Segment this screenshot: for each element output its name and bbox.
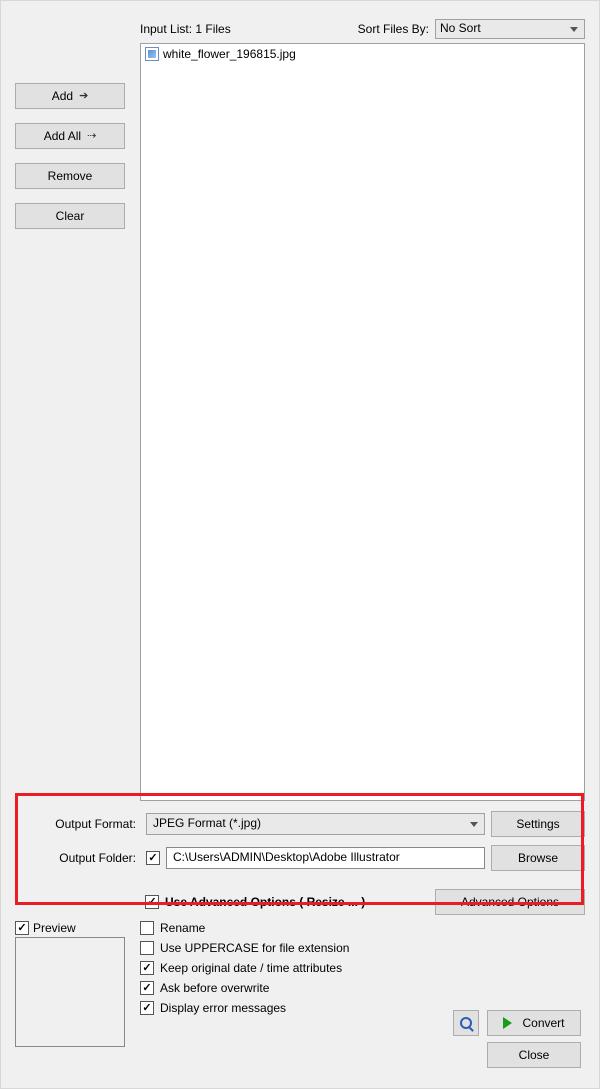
options-column: Rename Use UPPERCASE for file extension …: [140, 921, 585, 1015]
rename-label: Rename: [160, 921, 205, 935]
advanced-row: Use Advanced Options ( Resize ... ) Adva…: [15, 889, 585, 915]
close-button-label: Close: [519, 1048, 550, 1062]
remove-button[interactable]: Remove: [15, 163, 125, 189]
output-format-value: JPEG Format (*.jpg): [153, 816, 261, 830]
ask-overwrite-checkbox[interactable]: [140, 981, 154, 995]
arrow-right-dashed-icon: ⇢: [87, 131, 96, 142]
play-icon: [503, 1017, 512, 1029]
ask-overwrite-label: Ask before overwrite: [160, 981, 269, 995]
sort-label: Sort Files By:: [358, 22, 429, 36]
preview-thumbnail: [15, 937, 125, 1047]
preview-label: Preview: [33, 921, 76, 935]
left-button-column: Add ➔ Add All ⇢ Remove Clear: [15, 43, 140, 801]
preview-column: Preview: [15, 921, 140, 1047]
sort-value: No Sort: [440, 21, 481, 35]
remove-button-label: Remove: [48, 169, 93, 183]
clear-button-label: Clear: [56, 209, 85, 223]
file-list[interactable]: white_flower_196815.jpg: [140, 43, 585, 801]
close-button[interactable]: Close: [487, 1042, 581, 1068]
display-errors-checkbox[interactable]: [140, 1001, 154, 1015]
browse-button-label: Browse: [518, 851, 558, 865]
list-item[interactable]: white_flower_196815.jpg: [143, 46, 582, 62]
uppercase-checkbox[interactable]: [140, 941, 154, 955]
keep-date-label: Keep original date / time attributes: [160, 961, 342, 975]
advanced-options-label: Use Advanced Options ( Resize ... ): [165, 895, 365, 909]
output-format-label: Output Format:: [15, 817, 140, 831]
add-button[interactable]: Add ➔: [15, 83, 125, 109]
image-file-icon: [145, 47, 159, 61]
add-button-label: Add: [52, 89, 73, 103]
advanced-options-button[interactable]: Advanced Options: [435, 889, 585, 915]
output-folder-checkbox[interactable]: [146, 851, 160, 865]
convert-button-label: Convert: [522, 1016, 564, 1030]
main-row: Add ➔ Add All ⇢ Remove Clear white_flowe…: [15, 43, 585, 801]
bottom-buttons: Convert Close: [453, 1010, 581, 1068]
magnifier-icon: [460, 1017, 472, 1029]
header-row: Input List: 1 Files Sort Files By: No So…: [140, 19, 585, 39]
preview-checkbox[interactable]: [15, 921, 29, 935]
add-all-button-label: Add All: [44, 129, 81, 143]
sort-select[interactable]: No Sort: [435, 19, 585, 39]
output-format-select[interactable]: JPEG Format (*.jpg): [146, 813, 485, 835]
batch-dialog: Input List: 1 Files Sort Files By: No So…: [0, 0, 600, 1089]
display-errors-label: Display error messages: [160, 1001, 286, 1015]
advanced-options-checkbox[interactable]: [145, 895, 159, 909]
input-list-label: Input List: 1 Files: [140, 22, 231, 36]
arrow-right-icon: ➔: [79, 91, 88, 102]
browse-button[interactable]: Browse: [491, 845, 585, 871]
rename-checkbox[interactable]: [140, 921, 154, 935]
output-folder-value: C:\Users\ADMIN\Desktop\Adobe Illustrator: [173, 850, 400, 864]
output-folder-label: Output Folder:: [15, 851, 140, 865]
file-name: white_flower_196815.jpg: [163, 47, 296, 61]
settings-button[interactable]: Settings: [491, 811, 585, 837]
settings-button-label: Settings: [516, 817, 559, 831]
advanced-options-button-label: Advanced Options: [461, 895, 559, 909]
uppercase-label: Use UPPERCASE for file extension: [160, 941, 349, 955]
output-format-row: Output Format: JPEG Format (*.jpg) Setti…: [15, 811, 585, 837]
add-all-button[interactable]: Add All ⇢: [15, 123, 125, 149]
output-folder-input[interactable]: C:\Users\ADMIN\Desktop\Adobe Illustrator: [166, 847, 485, 869]
clear-button[interactable]: Clear: [15, 203, 125, 229]
output-folder-row: Output Folder: C:\Users\ADMIN\Desktop\Ad…: [15, 845, 585, 871]
preview-magnify-button[interactable]: [453, 1010, 479, 1036]
convert-button[interactable]: Convert: [487, 1010, 581, 1036]
keep-date-checkbox[interactable]: [140, 961, 154, 975]
